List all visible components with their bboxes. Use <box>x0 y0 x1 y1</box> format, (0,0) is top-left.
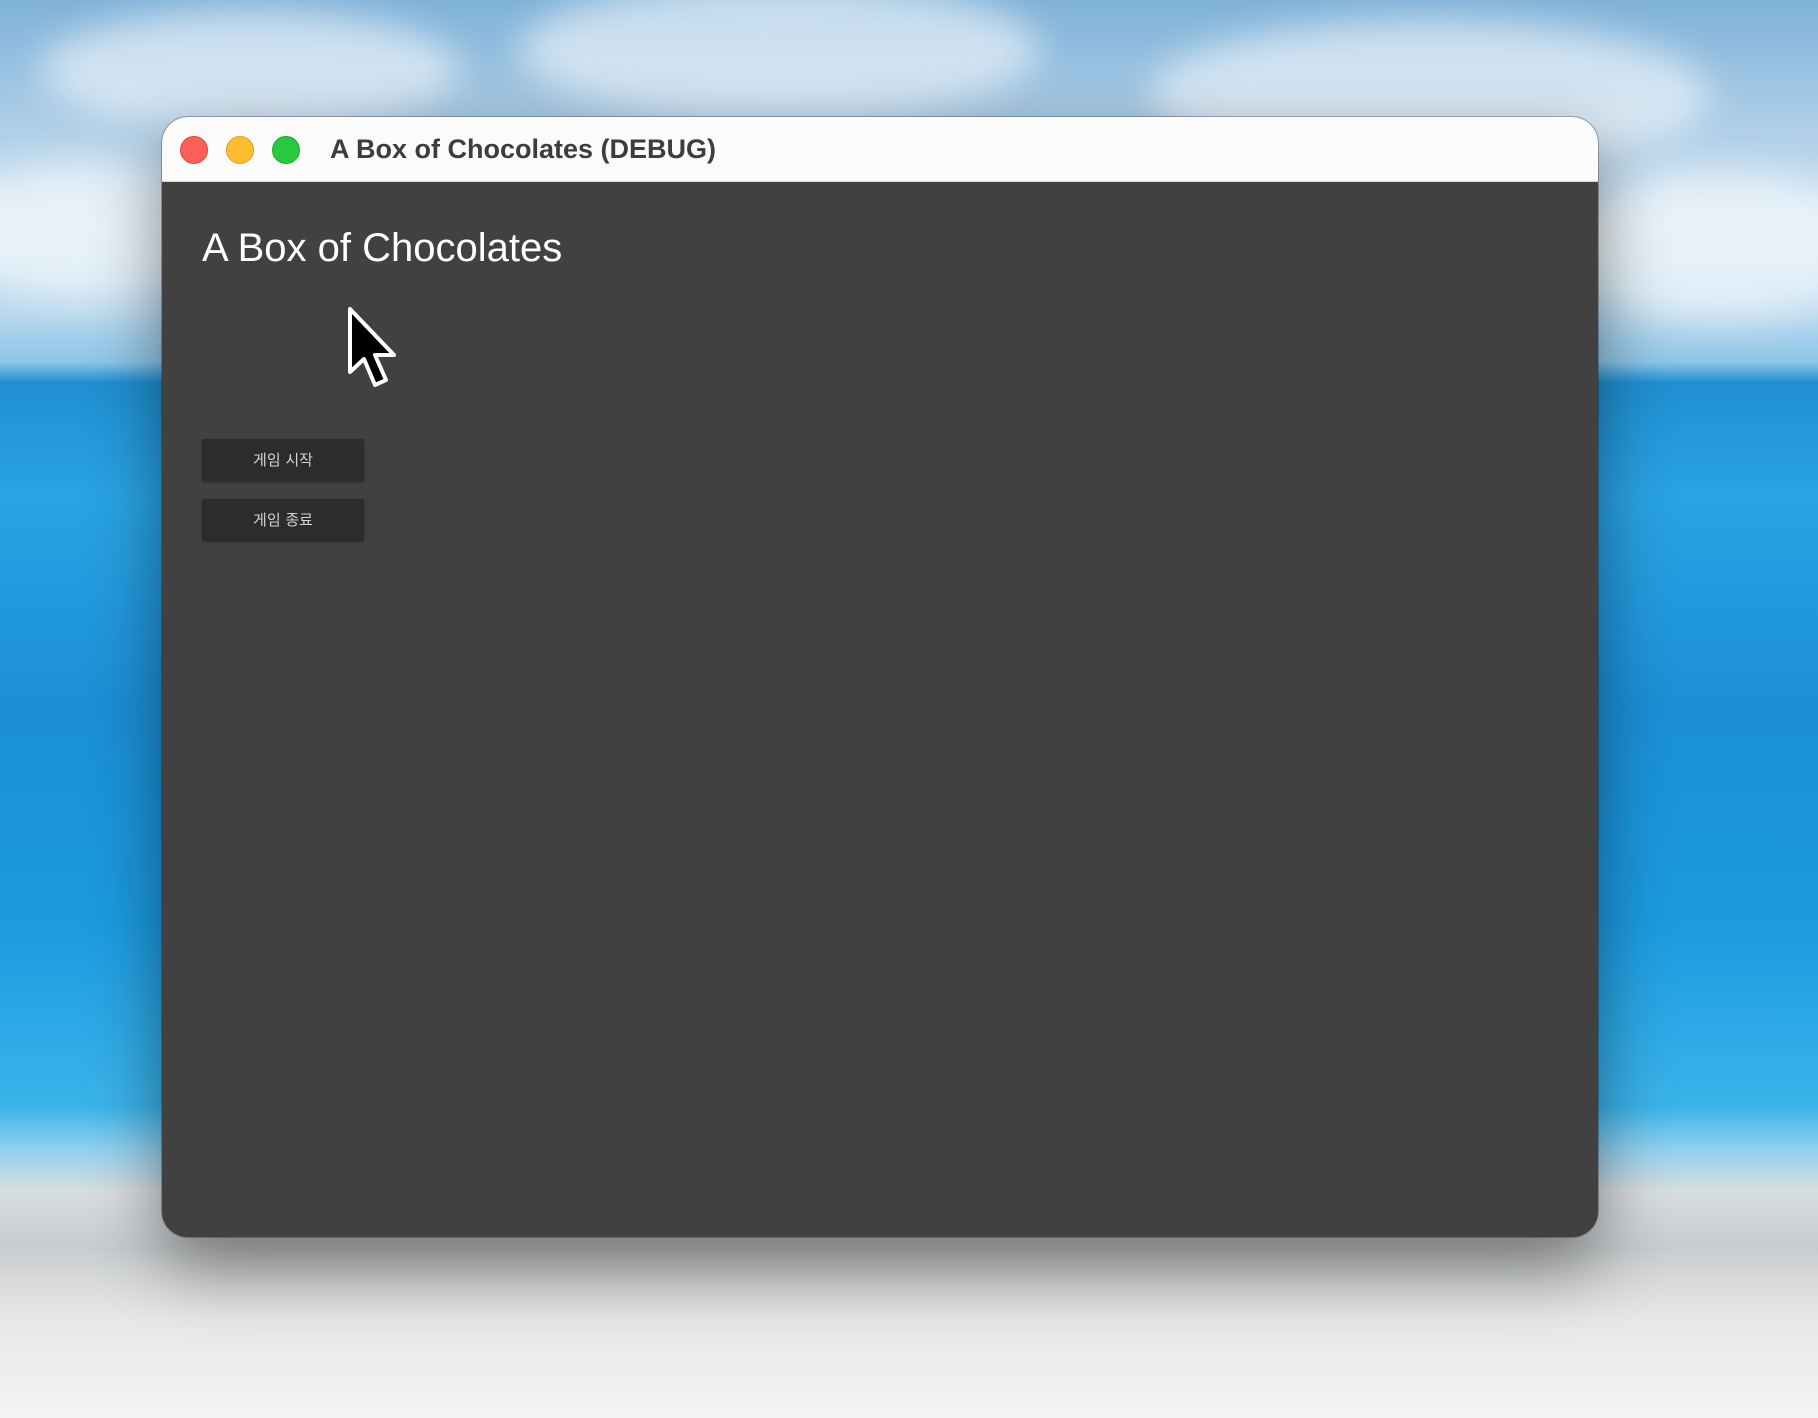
zoom-button[interactable] <box>272 136 300 164</box>
quit-game-button[interactable]: 게임 종료 <box>202 499 364 541</box>
wallpaper-cloud <box>1560 170 1818 320</box>
window-titlebar[interactable]: A Box of Chocolates (DEBUG) <box>162 117 1598 182</box>
app-window: A Box of Chocolates (DEBUG) A Box of Cho… <box>162 117 1598 1237</box>
wallpaper-cloud <box>40 10 460 130</box>
close-button[interactable] <box>180 136 208 164</box>
wallpaper-cloud <box>520 0 1040 120</box>
app-heading: A Box of Chocolates <box>202 226 563 270</box>
mouse-pointer-icon <box>348 307 396 387</box>
start-game-button[interactable]: 게임 시작 <box>202 439 364 481</box>
window-title: A Box of Chocolates (DEBUG) <box>330 134 717 164</box>
minimize-button[interactable] <box>226 136 254 164</box>
